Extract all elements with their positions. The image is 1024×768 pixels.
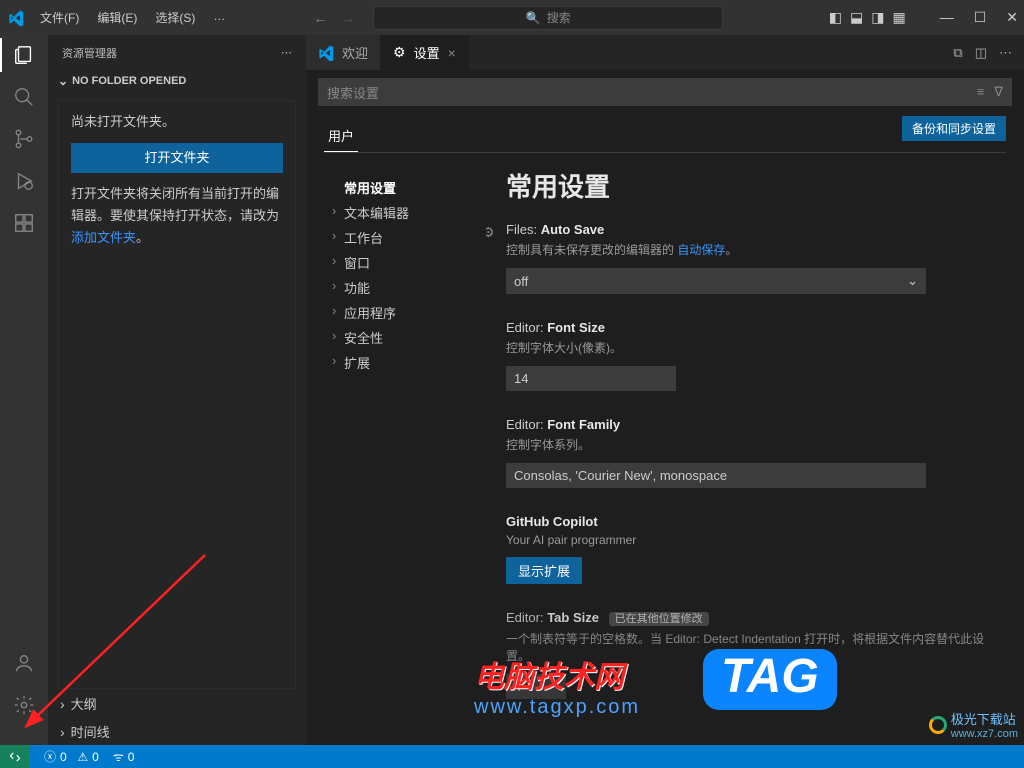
timeline-section[interactable]: 时间线 [48,717,306,745]
toc-extensions[interactable]: 扩展 [330,350,486,375]
sidebar-body: 尚未打开文件夹。 打开文件夹 打开文件夹将关闭所有当前打开的编辑器。要使其保持打… [58,100,296,689]
open-folder-button[interactable]: 打开文件夹 [71,143,283,173]
tab-welcome[interactable]: 欢迎 [306,35,381,70]
minimize-icon[interactable]: — [940,9,954,26]
gear-icon[interactable]: ⚙ [486,224,495,241]
manage-gear-icon[interactable] [12,693,36,717]
toc-window[interactable]: 窗口 [330,250,486,275]
modified-elsewhere-badge: 已在其他位置修改 [609,612,709,626]
settings-search-placeholder: 搜索设置 [327,83,379,102]
toc-workbench[interactable]: 工作台 [330,225,486,250]
watermark-xz7: 极光下载站 www.xz7.com [929,709,1018,740]
window-controls: — ☐ ✕ [940,9,1018,26]
antenna-icon: ᯤ [113,748,124,765]
search-icon[interactable] [12,85,36,109]
extensions-icon[interactable] [12,211,36,235]
tab-actions: ⧉ ◫ ⋯ [953,35,1024,70]
nav-arrows: ← → [313,10,355,26]
add-folder-link[interactable]: 添加文件夹 [71,230,136,245]
watermark-tagxp: 电脑技术网 www.tagxp.com [474,652,640,719]
maximize-icon[interactable]: ☐ [974,9,987,26]
font-family-input[interactable] [506,463,926,488]
settings-slider-icon: ⚙ [393,44,406,61]
swirl-icon [929,716,947,734]
sidebar-more-icon[interactable]: ⋯ [281,46,292,59]
remote-indicator[interactable] [0,745,30,768]
more-actions-icon[interactable]: ⋯ [999,45,1012,61]
status-ports[interactable]: ᯤ 0 [113,748,135,765]
vscode-logo-icon [8,10,24,26]
layout-sidebar-left-icon[interactable]: ◧ [829,9,842,26]
setting-font-family: Editor: Font Family 控制字体系列。 [506,417,1004,488]
toc-common[interactable]: 常用设置 [330,175,486,200]
layout-sidebar-right-icon[interactable]: ◨ [871,9,884,26]
toc-features[interactable]: 功能 [330,275,486,300]
layout-customize-icon[interactable]: ▦ [892,9,905,26]
tab-close-icon[interactable]: × [448,45,456,61]
layout-panel-icon[interactable]: ⬓ [850,9,863,26]
search-icon: 🔍 [526,11,541,25]
setting-copilot: GitHub Copilot Your AI pair programmer 显… [506,514,1004,584]
activity-bar [0,35,48,745]
close-icon[interactable]: ✕ [1006,9,1018,26]
menu-edit[interactable]: 编辑(E) [89,5,145,30]
search-placeholder: 搜索 [547,9,571,26]
autosave-link[interactable]: 自动保存 [677,243,725,257]
sidebar-title: 资源管理器 [62,45,117,61]
tab-settings[interactable]: ⚙ 设置 × [381,35,469,70]
filter-icon[interactable]: ∇ [994,84,1003,100]
settings-toc: 常用设置 文本编辑器 工作台 窗口 功能 应用程序 安全性 扩展 [306,163,486,745]
setting-font-size: Editor: Font Size 控制字体大小(像素)。 [506,320,1004,391]
explorer-sidebar: 资源管理器 ⋯ NO FOLDER OPENED 尚未打开文件夹。 打开文件夹 … [48,35,306,745]
font-size-input[interactable] [506,366,676,391]
layout-controls: ◧ ⬓ ◨ ▦ [829,9,906,26]
no-folder-section-header[interactable]: NO FOLDER OPENED [48,70,306,92]
status-bar: ⓧ 0 ⚠ 0 ᯤ 0 [0,745,1024,768]
settings-scope-tabs: 用户 备份和同步设置 [324,120,1006,153]
nav-back-icon[interactable]: ← [313,10,327,26]
status-problems[interactable]: ⓧ 0 ⚠ 0 [44,748,99,765]
toc-application[interactable]: 应用程序 [330,300,486,325]
menu-more[interactable]: … [205,5,233,30]
sidebar-header: 资源管理器 ⋯ [48,35,306,70]
toc-text-editor[interactable]: 文本编辑器 [330,200,486,225]
chevron-down-icon: ⌄ [907,273,918,289]
open-settings-json-icon[interactable]: ⧉ [953,45,962,61]
account-icon[interactable] [12,651,36,675]
show-extension-button[interactable]: 显示扩展 [506,557,582,584]
open-folder-hint: 打开文件夹将关闭所有当前打开的编辑器。要使其保持打开状态，请改为添加文件夹。 [71,183,283,249]
settings-heading: 常用设置 [506,167,1004,204]
scope-user-tab[interactable]: 用户 [324,120,358,152]
nav-forward-icon[interactable]: → [341,10,355,26]
auto-save-select[interactable]: off ⌄ [506,268,926,294]
toc-security[interactable]: 安全性 [330,325,486,350]
clear-search-icon[interactable]: ≡ [977,84,985,100]
menu-file[interactable]: 文件(F) [32,5,87,30]
watermark-tag-badge: TAG [703,649,837,710]
split-editor-icon[interactable]: ◫ [975,45,987,61]
menu-selection[interactable]: 选择(S) [147,5,203,30]
outline-section[interactable]: 大纲 [48,689,306,717]
title-bar: 文件(F) 编辑(E) 选择(S) … ← → 🔍 搜索 ◧ ⬓ ◨ ▦ — ☐… [0,0,1024,35]
setting-auto-save: ⚙ Files: Auto Save 控制具有未保存更改的编辑器的 自动保存。 … [506,222,1004,294]
source-control-icon[interactable] [12,127,36,151]
settings-search-input[interactable]: 搜索设置 ≡ ∇ [318,78,1012,106]
no-folder-msg: 尚未打开文件夹。 [71,111,283,133]
command-center[interactable]: 🔍 搜索 [373,6,723,30]
explorer-icon[interactable] [12,43,36,67]
vscode-logo-icon [318,45,334,61]
run-debug-icon[interactable] [12,169,36,193]
editor-tabs: 欢迎 ⚙ 设置 × ⧉ ◫ ⋯ [306,35,1024,70]
editor-area: 欢迎 ⚙ 设置 × ⧉ ◫ ⋯ 搜索设置 ≡ ∇ 用户 备份和同步设置 [306,35,1024,745]
menu-bar: 文件(F) 编辑(E) 选择(S) … [32,5,233,30]
backup-sync-button[interactable]: 备份和同步设置 [902,116,1006,141]
